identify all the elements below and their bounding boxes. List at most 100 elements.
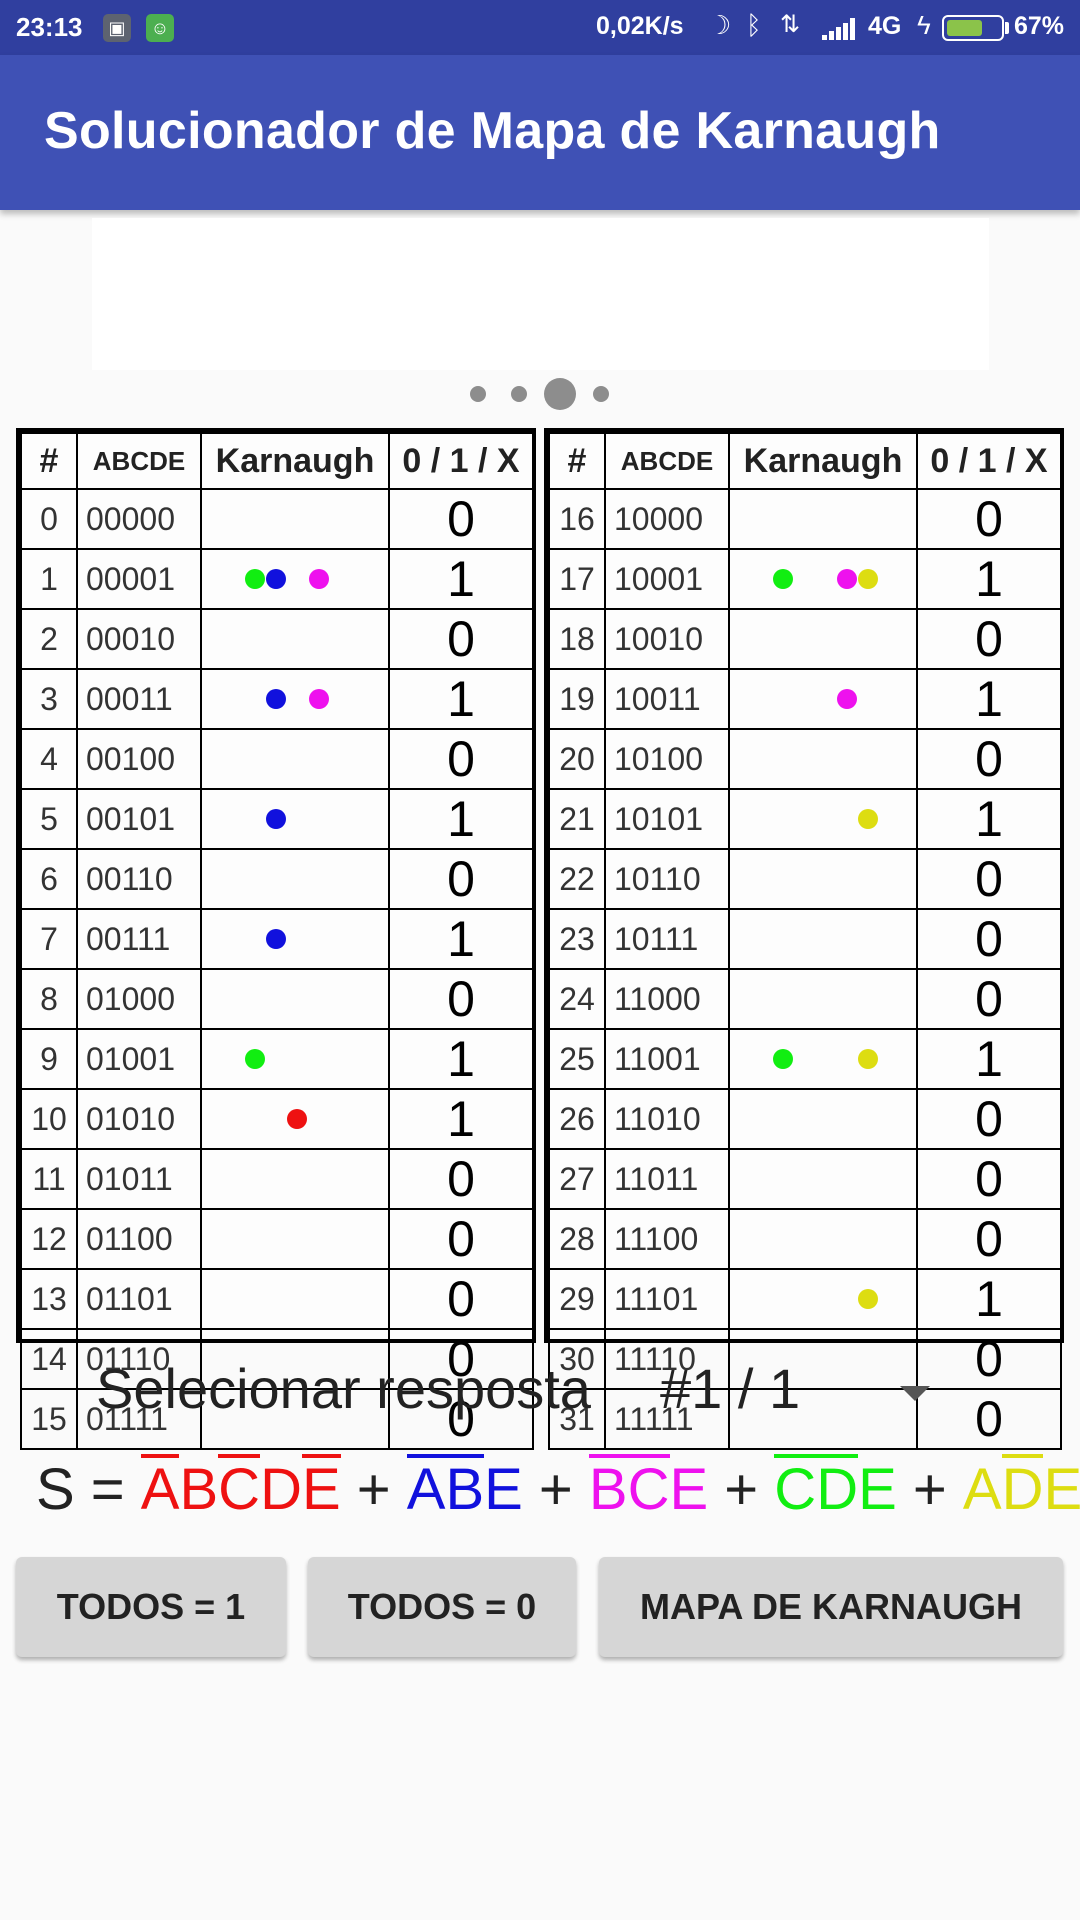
row-karnaugh-groups (728, 1028, 918, 1090)
row-karnaugh-groups (200, 788, 390, 850)
row-value-toggle[interactable]: 1 (916, 1268, 1062, 1330)
ad-banner[interactable] (92, 218, 989, 370)
dropdown-arrow-icon[interactable] (900, 1386, 930, 1401)
row-karnaugh-groups (200, 908, 390, 970)
negated-literal: C (218, 1454, 261, 1522)
table-row: 28 11100 0 (548, 1208, 1062, 1270)
row-value-toggle[interactable]: 0 (916, 1088, 1062, 1150)
group-dot-green (245, 1049, 265, 1069)
row-value-toggle[interactable]: 0 (388, 488, 534, 550)
truth-table: # ABCDE Karnaugh 0 / 1 / X 16 10000 0 17 10001 1 1… (548, 432, 1062, 1450)
row-karnaugh-groups (200, 1148, 390, 1210)
row-value-toggle[interactable]: 0 (388, 608, 534, 670)
row-value-toggle[interactable]: 1 (388, 1088, 534, 1150)
row-binary: 01101 (76, 1268, 202, 1330)
row-binary: 00101 (76, 788, 202, 850)
row-binary: 10101 (604, 788, 730, 850)
row-value-toggle[interactable]: 0 (388, 728, 534, 790)
row-value-toggle[interactable]: 0 (916, 1208, 1062, 1270)
row-value-toggle[interactable]: 0 (388, 1208, 534, 1270)
group-dot-yellow (858, 1049, 878, 1069)
expression-term-blue: ABE (406, 1454, 523, 1522)
bluetooth-icon: ᛒ (746, 10, 762, 40)
row-value-toggle[interactable]: 1 (916, 1028, 1062, 1090)
app-title: Solucionador de Mapa de Karnaugh (44, 102, 941, 160)
row-value-toggle[interactable]: 1 (388, 668, 534, 730)
page-indicator (0, 376, 1080, 412)
row-value-toggle[interactable]: 1 (916, 548, 1062, 610)
row-number: 27 (548, 1148, 606, 1210)
table-row: 1 00001 1 (20, 548, 534, 610)
row-value-toggle[interactable]: 0 (388, 968, 534, 1030)
row-value-toggle[interactable]: 0 (388, 1268, 534, 1330)
row-value-toggle[interactable]: 0 (916, 968, 1062, 1030)
page-dot (544, 378, 576, 410)
table-row: 13 01101 0 (20, 1268, 534, 1330)
row-value-toggle[interactable]: 0 (916, 608, 1062, 670)
table-row: 18 10010 0 (548, 608, 1062, 670)
row-karnaugh-groups (200, 608, 390, 670)
header-col-value: 0 / 1 / X (916, 432, 1062, 490)
table-row: 9 01001 1 (20, 1028, 534, 1090)
row-number: 19 (548, 668, 606, 730)
table-row: 16 10000 0 (548, 488, 1062, 550)
row-binary: 11101 (604, 1268, 730, 1330)
row-karnaugh-groups (728, 1148, 918, 1210)
table-row: 10 01010 1 (20, 1088, 534, 1150)
moon-icon: ☽ (708, 10, 732, 40)
row-value-toggle[interactable]: 1 (388, 908, 534, 970)
row-karnaugh-groups (728, 1208, 918, 1270)
table-row: 2 00010 0 (20, 608, 534, 670)
network-speed: 0,02K/s (596, 12, 684, 40)
row-value-toggle[interactable]: 0 (916, 908, 1062, 970)
row-value-toggle[interactable]: 0 (388, 1148, 534, 1210)
row-number: 10 (20, 1088, 78, 1150)
row-karnaugh-groups (728, 788, 918, 850)
row-karnaugh-groups (200, 668, 390, 730)
expression-prefix: S = (36, 1457, 141, 1522)
row-value-toggle[interactable]: 1 (388, 548, 534, 610)
row-number: 20 (548, 728, 606, 790)
row-binary: 01000 (76, 968, 202, 1030)
row-binary: 01001 (76, 1028, 202, 1090)
row-karnaugh-groups (728, 608, 918, 670)
group-dot-magenta (309, 689, 329, 709)
row-binary: 11010 (604, 1088, 730, 1150)
row-number: 1 (20, 548, 78, 610)
row-karnaugh-groups (728, 488, 918, 550)
literal: D (260, 1457, 302, 1522)
truth-table: # ABCDE Karnaugh 0 / 1 / X 0 00000 0 1 00001 1 2 00… (20, 432, 534, 1450)
row-karnaugh-groups (200, 1088, 390, 1150)
header-col-number: # (20, 432, 78, 490)
header-col-value: 0 / 1 / X (388, 432, 534, 490)
expression-term-yellow: ADE (963, 1454, 1080, 1522)
row-karnaugh-groups (200, 968, 390, 1030)
negated-literal: D (816, 1454, 859, 1522)
group-dot-magenta (309, 569, 329, 589)
literal: B (179, 1457, 219, 1522)
row-value-toggle[interactable]: 0 (916, 728, 1062, 790)
status-bar: 23:13 ▣ ☺ 0,02K/s ☽ ᛒ ⇅ 4G ϟ 67% (0, 0, 1080, 55)
row-value-toggle[interactable]: 1 (388, 788, 534, 850)
group-dot-green (773, 569, 793, 589)
row-value-toggle[interactable]: 0 (916, 1148, 1062, 1210)
group-dot-blue (266, 569, 286, 589)
row-binary: 00001 (76, 548, 202, 610)
app-bar: Solucionador de Mapa de Karnaugh (0, 55, 1080, 210)
row-value-toggle[interactable]: 1 (916, 788, 1062, 850)
row-value-toggle[interactable]: 1 (916, 668, 1062, 730)
truth-table-right: # ABCDE Karnaugh 0 / 1 / X 16 10000 0 17 10001 1 1… (544, 428, 1064, 1450)
group-dot-blue (266, 809, 286, 829)
row-karnaugh-groups (200, 1268, 390, 1330)
row-value-toggle[interactable]: 0 (388, 848, 534, 910)
row-value-toggle[interactable]: 0 (916, 488, 1062, 550)
karnaugh-map-button[interactable]: MAPA DE KARNAUGH (599, 1557, 1063, 1657)
answer-selector[interactable]: Selecionar resposta #1 / 1 (96, 1356, 956, 1436)
all-ones-button[interactable]: TODOS = 1 (16, 1557, 286, 1657)
row-value-toggle[interactable]: 0 (916, 848, 1062, 910)
row-binary: 10111 (604, 908, 730, 970)
all-zeros-button[interactable]: TODOS = 0 (308, 1557, 576, 1657)
table-header-row: # ABCDE Karnaugh 0 / 1 / X (548, 432, 1062, 490)
row-value-toggle[interactable]: 1 (388, 1028, 534, 1090)
row-karnaugh-groups (728, 548, 918, 610)
